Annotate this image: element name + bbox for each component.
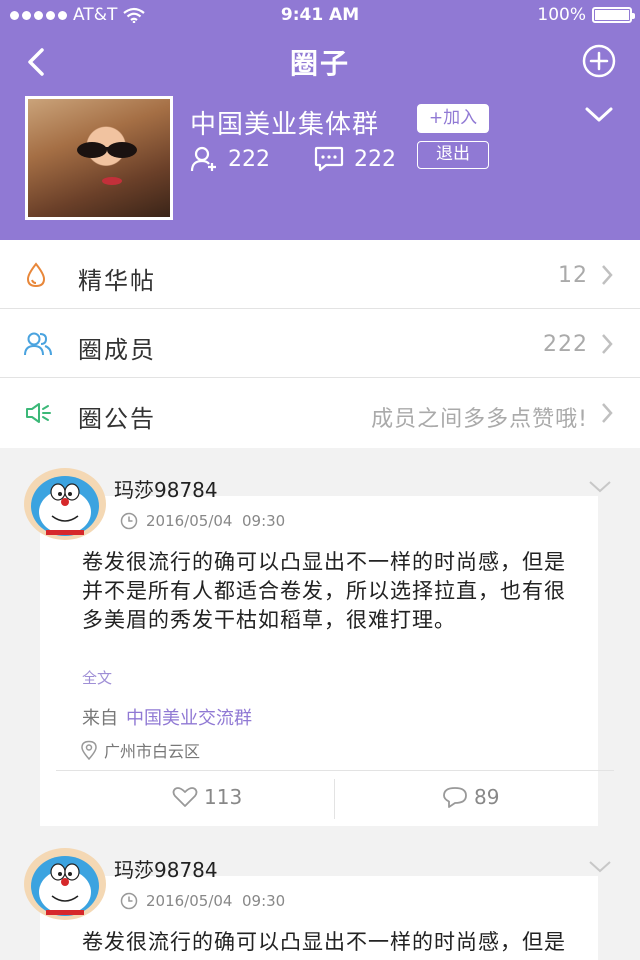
join-button[interactable]: +加入 (417, 104, 489, 133)
add-user-icon (190, 146, 216, 172)
battery-icon (592, 7, 635, 23)
post-location: 广州市白云区 (80, 738, 200, 762)
avatar[interactable] (24, 848, 106, 920)
menu-item-label: 精华帖 (78, 267, 156, 295)
group-avatar (25, 96, 173, 220)
chevron-right-icon (602, 265, 613, 285)
chevron-down-icon[interactable] (588, 480, 612, 494)
menu-item-announcement[interactable]: 圈公告 成员之间多多点赞哦! (0, 378, 640, 448)
chevron-right-icon (602, 334, 613, 354)
post-author[interactable]: 玛莎98784 (114, 474, 218, 503)
drop-icon (26, 262, 46, 288)
post-time: 2016/05/04 09:30 (120, 892, 285, 910)
post-source: 来自 中国美业交流群 (82, 704, 252, 730)
post-actions: 113 89 (40, 771, 598, 826)
post-text: 卷发很流行的确可以凸显出不一样的时尚感，但是并不是所有人都适合卷发，所以选择 (82, 930, 566, 960)
posts-count: 222 (354, 146, 396, 172)
source-label: 来自 (82, 708, 118, 729)
members-stat: 222 (190, 146, 270, 172)
post-timestamp: 2016/05/04 09:30 (146, 512, 286, 530)
post-author[interactable]: 玛莎98784 (114, 854, 218, 883)
message-icon (314, 146, 344, 172)
group-header: AT&T 9:41 AM 100% 圈子 中国美业集体群 +加入 退出 222 … (0, 0, 640, 240)
avatar[interactable] (24, 468, 106, 540)
comment-icon (443, 787, 467, 808)
source-group-link[interactable]: 中国美业交流群 (126, 708, 252, 729)
menu-item-value: 222 (543, 332, 588, 357)
post-text: 卷发很流行的确可以凸显出不一样的时尚感，但是并不是所有人都适合卷发，所以选择拉直… (82, 550, 566, 632)
like-button[interactable]: 113 (172, 785, 242, 809)
chevron-down-icon[interactable] (584, 106, 614, 124)
page-title: 圈子 (289, 47, 350, 80)
chevron-right-icon (602, 403, 613, 423)
posts-stat: 222 (314, 146, 396, 172)
like-count: 113 (204, 785, 243, 809)
read-more-link[interactable]: 全文 (82, 667, 112, 688)
menu-item-members[interactable]: 圈成员 222 (0, 309, 640, 378)
clock-icon (120, 892, 138, 910)
location-text: 广州市白云区 (104, 742, 201, 761)
heart-icon (172, 787, 198, 807)
plus-circle-icon[interactable] (582, 44, 616, 78)
post-card: 玛莎98784 2016/05/04 09:30 卷发很流行的确可以凸显出不一样… (0, 830, 640, 960)
comment-button[interactable]: 89 (442, 785, 499, 809)
doraemon-avatar-icon (31, 856, 99, 916)
doraemon-avatar-icon (31, 476, 99, 536)
menu-item-value: 成员之间多多点赞哦! (371, 407, 588, 432)
members-icon (24, 332, 52, 356)
post-card: 玛莎98784 2016/05/04 09:30 卷发很流行的确可以凸显出不一样… (0, 450, 640, 830)
speaker-icon (26, 403, 51, 423)
menu-item-label: 圈公告 (78, 405, 156, 433)
members-count: 222 (228, 146, 270, 172)
group-menu: 精华帖 12 圈成员 222 圈公告 成员之间多多点赞哦! (0, 240, 640, 448)
group-name: 中国美业集体群 (190, 110, 380, 140)
menu-item-featured[interactable]: 精华帖 12 (0, 240, 640, 309)
battery-percent: 100% (537, 5, 586, 25)
divider (334, 779, 335, 819)
quit-button[interactable]: 退出 (417, 141, 489, 169)
post-time: 2016/05/04 09:30 (120, 512, 285, 530)
chevron-down-icon[interactable] (588, 860, 612, 874)
menu-item-label: 圈成员 (78, 336, 156, 364)
status-bar: AT&T 9:41 AM 100% (0, 0, 640, 30)
sunglasses-shape (77, 142, 137, 158)
comment-count: 89 (474, 785, 500, 809)
menu-item-value: 12 (558, 263, 588, 288)
post-timestamp: 2016/05/04 09:30 (146, 892, 286, 910)
location-pin-icon (81, 740, 97, 760)
clock-icon (120, 512, 138, 530)
